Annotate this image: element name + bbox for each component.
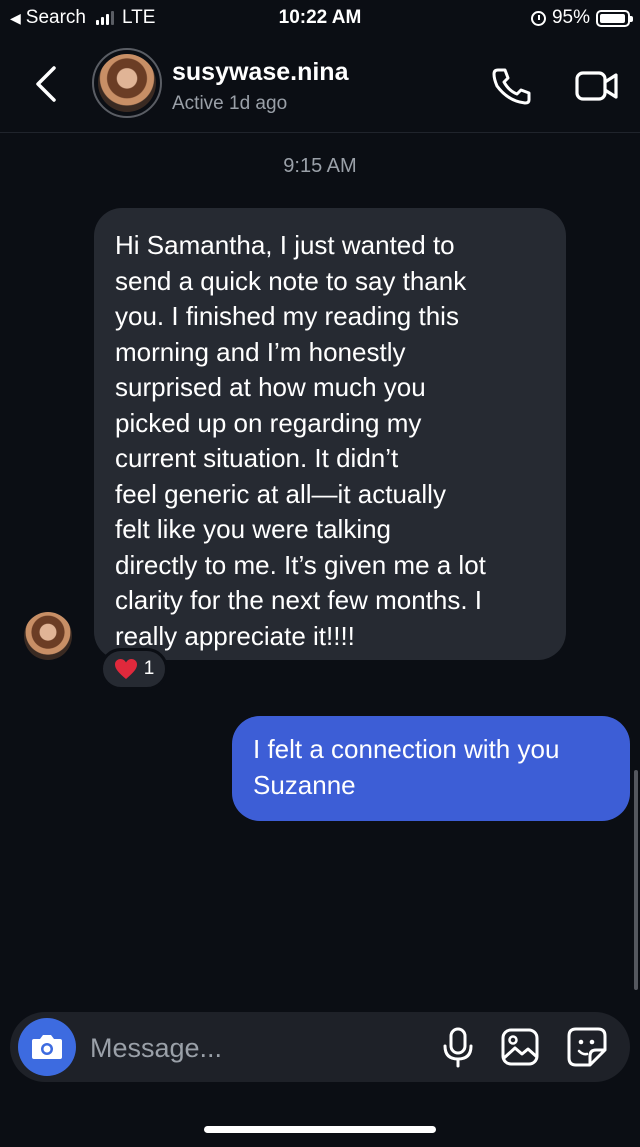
message-line: I felt a connection with you: [253, 734, 560, 764]
avatar-image: [98, 54, 156, 112]
sticker-button[interactable]: [566, 1026, 608, 1068]
message-line: Hi Samantha, I just wanted to: [115, 230, 455, 260]
message-line: current situation. It didn’t: [115, 443, 399, 473]
heart-icon: [114, 659, 137, 679]
phone-icon: [492, 68, 531, 105]
contact-username[interactable]: susywase.nina: [172, 58, 348, 87]
chat-header: susywase.nina Active 1d ago: [0, 36, 640, 133]
profile-avatar[interactable]: [92, 48, 162, 118]
microphone-icon: [443, 1027, 473, 1068]
message-timestamp: 9:15 AM: [283, 155, 357, 177]
message-line: morning and I’m honestly: [115, 336, 406, 367]
status-right: 95%: [530, 7, 633, 29]
voice-call-button[interactable]: [490, 66, 532, 106]
battery-icon: [596, 9, 633, 27]
message-input[interactable]: [88, 1026, 422, 1070]
camera-button[interactable]: [18, 1018, 76, 1076]
video-camera-icon: [575, 71, 618, 101]
message-line: feel generic at all—it actually: [115, 478, 446, 509]
incoming-message[interactable]: Hi Samantha, I just wanted to send a qui…: [94, 208, 566, 660]
reaction-badge[interactable]: 1: [100, 648, 168, 690]
message-composer: [10, 1012, 630, 1082]
reaction-count: 1: [143, 658, 155, 679]
alarm-icon: [530, 10, 546, 26]
camera-icon: [32, 1035, 62, 1059]
active-status: Active 1d ago: [172, 93, 288, 114]
back-button[interactable]: [30, 64, 64, 104]
message-line: felt like you were talking: [115, 514, 392, 544]
message-line: directly to me. It’s given me a lot: [115, 549, 486, 580]
voice-message-button[interactable]: [438, 1026, 478, 1068]
image-icon: [501, 1028, 539, 1066]
message-line: clarity for the next few months. I: [115, 585, 483, 615]
message-line: Suzanne: [253, 769, 356, 800]
message-line: picked up on regarding my: [115, 407, 422, 438]
chevron-left-icon: [36, 66, 56, 102]
sender-avatar[interactable]: [24, 612, 72, 660]
battery-percent: 95%: [551, 7, 590, 28]
battery-fill: [600, 13, 625, 23]
scrollbar[interactable]: [634, 770, 638, 990]
sticker-icon: [567, 1027, 607, 1067]
message-line: you. I finished my reading this: [115, 301, 459, 331]
message-line: surprised at how much you: [115, 372, 426, 402]
status-bar: ◀ Search LTE 10:22 AM 95%: [0, 0, 640, 36]
gallery-button[interactable]: [500, 1027, 540, 1067]
outgoing-message[interactable]: I felt a connection with you Suzanne: [232, 716, 630, 821]
video-call-button[interactable]: [574, 68, 620, 104]
message-line: send a quick note to say thank: [115, 265, 467, 296]
home-indicator[interactable]: [204, 1126, 436, 1133]
message-line: really appreciate it!!!!: [115, 620, 355, 651]
